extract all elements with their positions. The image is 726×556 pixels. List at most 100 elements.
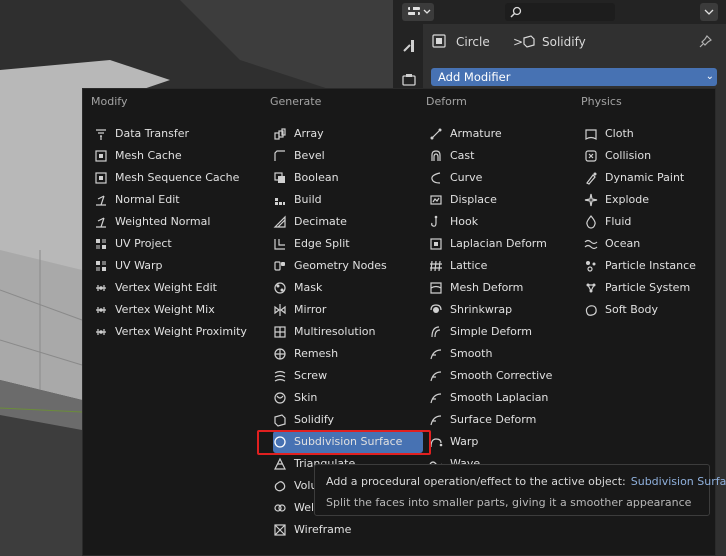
menu-item-dynamic-paint[interactable]: Dynamic Paint <box>584 167 726 189</box>
render-tab-icon[interactable] <box>401 72 417 88</box>
menu-item-bevel[interactable]: Bevel <box>273 145 423 167</box>
menu-item-solidify[interactable]: Solidify <box>273 409 423 431</box>
menu-item-label: Smooth Laplacian <box>450 391 549 404</box>
menu-item-mesh-cache[interactable]: Mesh Cache <box>94 145 244 167</box>
multiresolution-icon <box>274 326 286 338</box>
menu-item-boolean[interactable]: Boolean <box>273 167 423 189</box>
editor-type-button[interactable] <box>402 3 434 21</box>
chevron-down-icon <box>704 9 714 15</box>
tooltip-operator-name: Subdivision Surface <box>630 475 726 488</box>
menu-item-geometry-nodes[interactable]: Geometry Nodes <box>273 255 423 277</box>
menu-item-mask[interactable]: Mask <box>273 277 423 299</box>
highlight-annotation <box>257 430 431 455</box>
menu-item-collision[interactable]: Collision <box>584 145 726 167</box>
menu-item-label: Remesh <box>294 347 339 360</box>
breadcrumb-object[interactable]: Circle <box>456 35 490 49</box>
menu-item-smooth[interactable]: Smooth <box>429 343 579 365</box>
menu-item-label: Bevel <box>294 149 325 162</box>
menu-item-label: Soft Body <box>605 303 658 316</box>
column-header-physics: Physics <box>581 95 622 108</box>
vertex-weight-icon <box>96 329 106 335</box>
menu-item-armature[interactable]: Armature <box>429 123 579 145</box>
menu-item-label: Smooth Corrective <box>450 369 553 382</box>
search-input[interactable] <box>505 3 615 21</box>
tooltip-description: Split the faces into smaller parts, givi… <box>326 496 692 509</box>
tool-tab-icon[interactable] <box>401 38 417 54</box>
properties-header <box>393 0 726 24</box>
menu-item-weighted-normal[interactable]: Weighted Normal <box>94 211 244 233</box>
menu-item-label: Decimate <box>294 215 347 228</box>
screw-icon <box>274 370 286 382</box>
menu-item-cloth[interactable]: Cloth <box>584 123 726 145</box>
menu-item-decimate[interactable]: Decimate <box>273 211 423 233</box>
breadcrumb: Circle > Solidify <box>429 30 724 54</box>
menu-item-label: Data Transfer <box>115 127 189 140</box>
menu-item-multiresolution[interactable]: Multiresolution <box>273 321 423 343</box>
menu-item-label: Skin <box>294 391 318 404</box>
menu-item-uv-warp[interactable]: UV Warp <box>94 255 244 277</box>
menu-item-array[interactable]: Array <box>273 123 423 145</box>
menu-item-vertex-weight-mix[interactable]: Vertex Weight Mix <box>94 299 244 321</box>
menu-item-label: Edge Split <box>294 237 350 250</box>
menu-item-particle-instance[interactable]: Particle Instance <box>584 255 726 277</box>
simple-deform-icon <box>431 326 441 338</box>
menu-item-label: Shrinkwrap <box>450 303 513 316</box>
menu-item-smooth-corrective[interactable]: Smooth Corrective <box>429 365 579 387</box>
menu-item-label: Normal Edit <box>115 193 180 206</box>
menu-item-simple-deform[interactable]: Simple Deform <box>429 321 579 343</box>
menu-item-curve[interactable]: Curve <box>429 167 579 189</box>
chevron-down-icon: ⌄ <box>705 71 714 82</box>
menu-item-shrinkwrap[interactable]: Shrinkwrap <box>429 299 579 321</box>
menu-item-label: Screw <box>294 369 328 382</box>
array-icon <box>274 128 286 140</box>
menu-item-label: Build <box>294 193 322 206</box>
menu-item-label: Boolean <box>294 171 339 184</box>
geometry-nodes-icon <box>274 261 285 271</box>
menu-item-cast[interactable]: Cast <box>429 145 579 167</box>
skin-icon <box>274 392 286 404</box>
menu-item-wireframe[interactable]: Wireframe <box>273 519 423 541</box>
menu-item-label: Vertex Weight Mix <box>115 303 215 316</box>
menu-item-edge-split[interactable]: Edge Split <box>273 233 423 255</box>
menu-item-lattice[interactable]: Lattice <box>429 255 579 277</box>
menu-item-vertex-weight-proximity[interactable]: Vertex Weight Proximity <box>94 321 247 343</box>
menu-item-ocean[interactable]: Ocean <box>584 233 726 255</box>
menu-item-uv-project[interactable]: UV Project <box>94 233 244 255</box>
menu-item-remesh[interactable]: Remesh <box>273 343 423 365</box>
menu-item-hook[interactable]: Hook <box>429 211 579 233</box>
menu-item-laplacian-deform[interactable]: Laplacian Deform <box>429 233 579 255</box>
menu-item-particle-system[interactable]: Particle System <box>584 277 726 299</box>
menu-item-label: Vertex Weight Proximity <box>115 325 247 338</box>
tooltip: Add a procedural operation/effect to the… <box>314 464 726 516</box>
menu-item-data-transfer[interactable]: Data Transfer <box>94 123 244 145</box>
menu-item-skin[interactable]: Skin <box>273 387 423 409</box>
menu-item-warp[interactable]: Warp <box>429 431 579 453</box>
menu-item-vertex-weight-edit[interactable]: Vertex Weight Edit <box>94 277 244 299</box>
menu-item-label: Ocean <box>605 237 641 250</box>
breadcrumb-modifier[interactable]: Solidify <box>542 35 586 49</box>
menu-item-build[interactable]: Build <box>273 189 423 211</box>
lattice-icon <box>430 260 442 272</box>
menu-item-label: Fluid <box>605 215 632 228</box>
menu-item-fluid[interactable]: Fluid <box>584 211 726 233</box>
menu-item-displace[interactable]: Displace <box>429 189 579 211</box>
menu-item-normal-edit[interactable]: Normal Edit <box>94 189 244 211</box>
mesh-cache-icon <box>95 150 107 162</box>
add-modifier-button[interactable]: Add Modifier ⌄ <box>431 68 717 86</box>
pin-icon[interactable] <box>699 34 713 48</box>
menu-item-explode[interactable]: Explode <box>584 189 726 211</box>
menu-item-surface-deform[interactable]: Surface Deform <box>429 409 579 431</box>
menu-item-mesh-deform[interactable]: Mesh Deform <box>429 277 579 299</box>
header-dropdown-button[interactable] <box>700 3 718 21</box>
menu-item-mirror[interactable]: Mirror <box>273 299 423 321</box>
menu-item-soft-body[interactable]: Soft Body <box>584 299 726 321</box>
shrinkwrap-icon <box>430 304 442 313</box>
volume-to-mesh-icon <box>274 481 286 492</box>
menu-item-screw[interactable]: Screw <box>273 365 423 387</box>
solidify-modifier-icon <box>523 35 535 48</box>
menu-item-mesh-sequence-cache[interactable]: Mesh Sequence Cache <box>94 167 244 189</box>
menu-item-smooth-laplacian[interactable]: Smooth Laplacian <box>429 387 579 409</box>
normal-edit-icon <box>96 195 106 206</box>
menu-item-label: Solidify <box>294 413 335 426</box>
particle-system-icon <box>586 283 596 293</box>
